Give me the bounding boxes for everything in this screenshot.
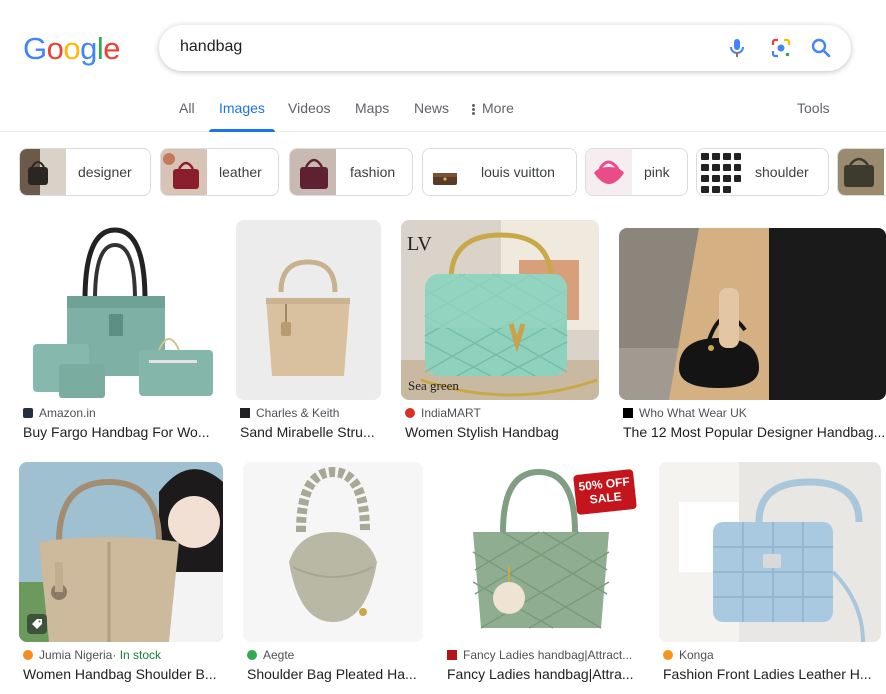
- jumia-favicon-icon: [23, 650, 33, 660]
- result-source[interactable]: Konga: [663, 648, 714, 662]
- chip-thumbnail: [20, 149, 66, 195]
- result-title[interactable]: Buy Fargo Handbag For Wo...: [23, 424, 216, 440]
- google-lens-icon[interactable]: [769, 36, 793, 60]
- source-name: Charles & Keith: [256, 406, 340, 420]
- svg-text:LV: LV: [407, 233, 432, 255]
- tab-all[interactable]: All: [179, 100, 195, 132]
- chip-thumbnail: [697, 149, 743, 195]
- result-title[interactable]: Women Handbag Shoulder B...: [23, 666, 223, 682]
- image-result[interactable]: LV Sea green IndiaMART Women Stylish Han…: [401, 220, 599, 445]
- chip-label: louis vuitton: [481, 164, 555, 180]
- source-name: Who What Wear UK: [639, 406, 747, 420]
- result-source[interactable]: Who What Wear UK: [623, 406, 747, 420]
- chip-label: designer: [78, 164, 132, 180]
- source-name: Jumia Nigeria: [39, 648, 113, 662]
- chip-pink[interactable]: pink: [585, 148, 688, 196]
- result-image[interactable]: [236, 220, 381, 400]
- result-source[interactable]: Aegte: [247, 648, 294, 662]
- source-name: Amazon.in: [39, 406, 96, 420]
- image-result[interactable]: Who What Wear UK The 12 Most Popular Des…: [619, 220, 886, 445]
- sale-badge: 50% OFF SALE: [573, 468, 637, 516]
- logo-letter: g: [80, 31, 97, 66]
- tab-more[interactable]: More: [472, 100, 514, 132]
- meesho-favicon-icon: [447, 650, 457, 660]
- search-tabs: All Images Videos Maps News More Tools: [0, 90, 886, 132]
- image-result[interactable]: Jumia Nigeria · In stock Women Handbag S…: [19, 462, 223, 687]
- logo-letter: e: [103, 31, 121, 66]
- charles-keith-favicon-icon: [240, 408, 250, 418]
- whowhatwear-favicon-icon: [623, 408, 633, 418]
- image-result[interactable]: Aegte Shoulder Bag Pleated Ha...: [243, 462, 423, 687]
- search-input[interactable]: handbag: [180, 38, 242, 56]
- result-source[interactable]: Charles & Keith: [240, 406, 339, 420]
- chip-more[interactable]: [837, 148, 886, 196]
- result-source[interactable]: Amazon.in: [23, 406, 96, 420]
- sale-badge-text: 50% OFF SALE: [577, 474, 631, 507]
- chip-label: pink: [644, 164, 670, 180]
- chip-designer[interactable]: designer: [19, 148, 151, 196]
- result-title[interactable]: The 12 Most Popular Designer Handbag...: [623, 424, 886, 440]
- result-title[interactable]: Women Stylish Handbag: [405, 424, 599, 440]
- result-title[interactable]: Fashion Front Ladies Leather H...: [663, 666, 881, 682]
- result-image[interactable]: [243, 462, 423, 642]
- result-image[interactable]: LV: [401, 220, 599, 400]
- source-name: Konga: [679, 648, 714, 662]
- image-result[interactable]: Amazon.in Buy Fargo Handbag For Wo...: [19, 220, 216, 445]
- search-icon[interactable]: [809, 36, 833, 60]
- amazon-favicon-icon: [23, 408, 33, 418]
- chip-thumbnail: [423, 149, 469, 195]
- image-result[interactable]: 50% OFF SALE Fancy Ladies handbag|Attrac…: [443, 462, 639, 687]
- chip-thumbnail: [161, 149, 207, 195]
- result-image[interactable]: [659, 462, 881, 642]
- google-logo[interactable]: Google: [23, 31, 121, 67]
- tools-button[interactable]: Tools: [797, 100, 830, 132]
- result-title[interactable]: Shoulder Bag Pleated Ha...: [247, 666, 423, 682]
- result-source[interactable]: Jumia Nigeria · In stock: [23, 648, 161, 662]
- result-source[interactable]: IndiaMART: [405, 406, 481, 420]
- stock-status: · In stock: [112, 648, 162, 662]
- image-result[interactable]: Charles & Keith Sand Mirabelle Stru...: [236, 220, 381, 445]
- chip-label: shoulder: [755, 164, 809, 180]
- result-title[interactable]: Fancy Ladies handbag|Attra...: [447, 666, 639, 682]
- result-source[interactable]: Fancy Ladies handbag|Attract...: [447, 648, 632, 662]
- result-image[interactable]: [19, 462, 223, 642]
- result-image[interactable]: [619, 228, 886, 400]
- price-tag-icon: [27, 614, 47, 634]
- tab-videos[interactable]: Videos: [288, 100, 331, 132]
- result-title[interactable]: Sand Mirabelle Stru...: [240, 424, 381, 440]
- konga-favicon-icon: [663, 650, 673, 660]
- more-vert-icon: [472, 103, 476, 116]
- tab-more-label: More: [482, 100, 514, 116]
- logo-letter: o: [63, 31, 81, 66]
- search-box[interactable]: handbag: [159, 25, 851, 71]
- tab-maps[interactable]: Maps: [355, 100, 389, 132]
- source-name: Fancy Ladies handbag|Attract...: [463, 648, 633, 662]
- chip-thumbnail: [838, 149, 884, 195]
- mic-icon[interactable]: [725, 36, 749, 60]
- logo-letter: o: [46, 31, 64, 66]
- chip-thumbnail: [290, 149, 336, 195]
- chip-thumbnail: [586, 149, 632, 195]
- chip-fashion[interactable]: fashion: [289, 148, 413, 196]
- chip-leather[interactable]: leather: [160, 148, 279, 196]
- tab-news[interactable]: News: [414, 100, 449, 132]
- chip-label: leather: [219, 164, 262, 180]
- source-name: Aegte: [263, 648, 295, 662]
- chip-shoulder[interactable]: shoulder: [696, 148, 829, 196]
- image-overlay-label: Sea green: [408, 378, 459, 393]
- indiamart-favicon-icon: [405, 408, 415, 418]
- aegte-favicon-icon: [247, 650, 257, 660]
- image-result[interactable]: Konga Fashion Front Ladies Leather H...: [659, 462, 881, 687]
- tab-images[interactable]: Images: [209, 100, 275, 132]
- source-name: IndiaMART: [421, 406, 481, 420]
- chip-louis-vuitton[interactable]: louis vuitton: [422, 148, 577, 196]
- chip-label: fashion: [350, 164, 396, 180]
- result-image[interactable]: [19, 220, 216, 400]
- logo-letter: G: [23, 31, 47, 66]
